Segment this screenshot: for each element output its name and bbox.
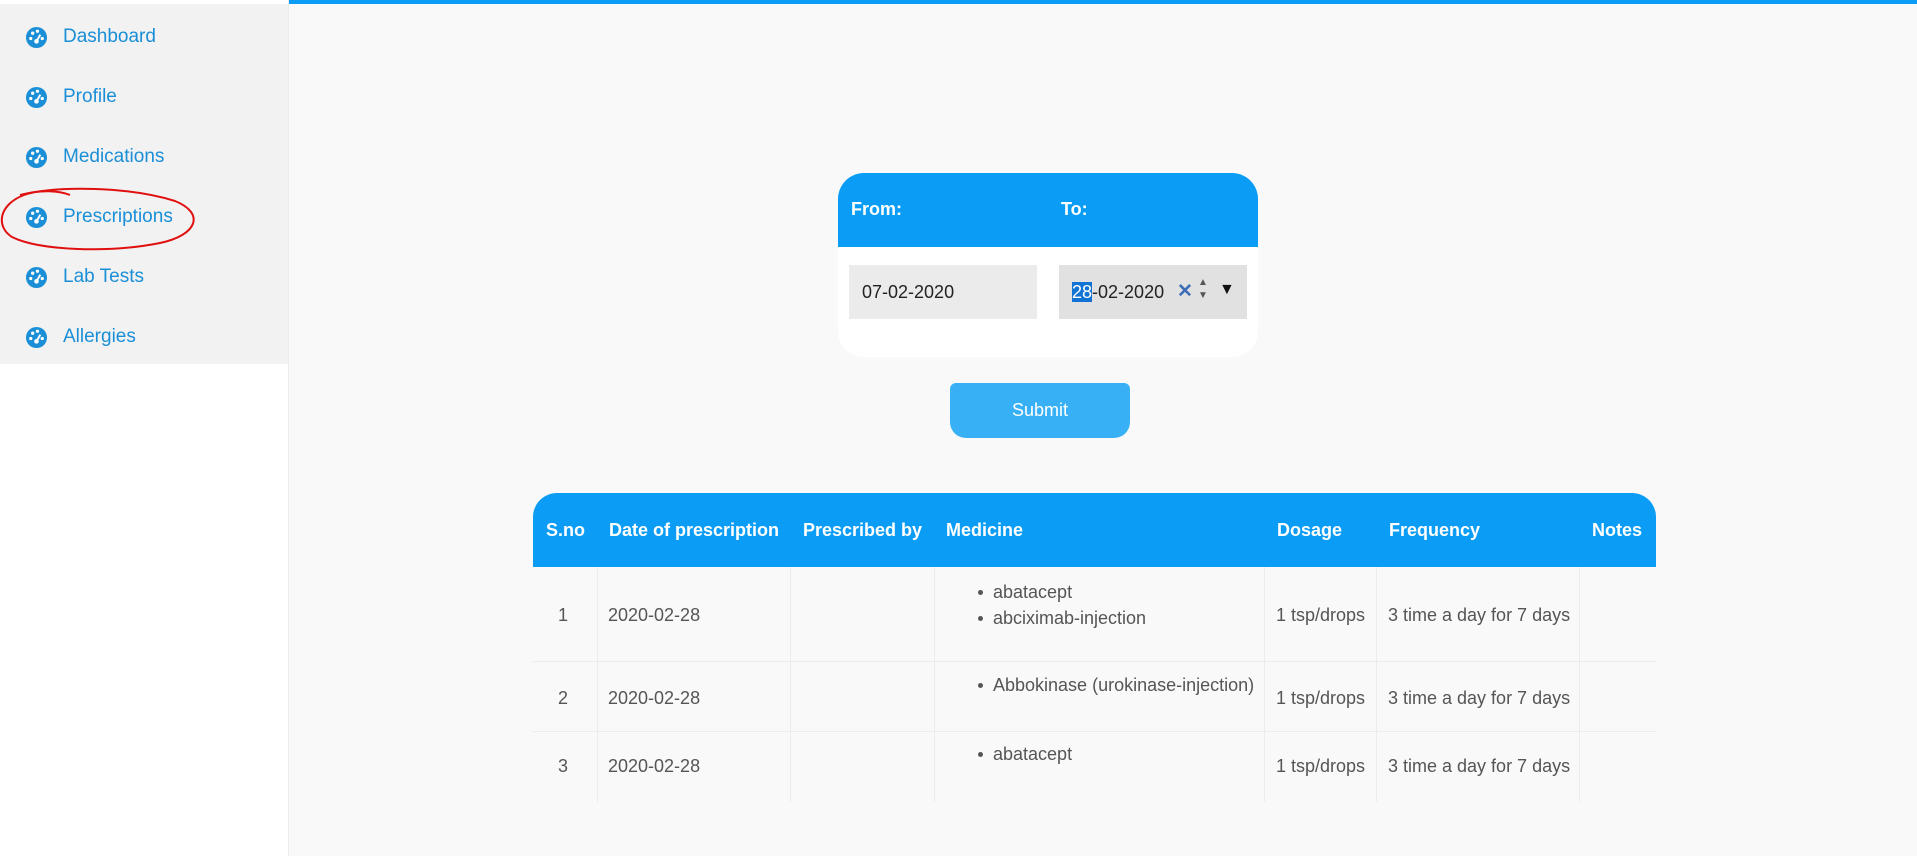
cell-date: 2020-02-28 [608,605,701,625]
to-label: To: [1061,199,1088,219]
to-date-input[interactable]: 28-02-2020 ✕ ▲ ▼ ▼ [1059,265,1247,319]
cell-sno: 1 [558,605,569,625]
sidebar-item-prescriptions[interactable]: Prescriptions [0,187,288,247]
sidebar-item-profile[interactable]: Profile [0,67,288,127]
clear-date-icon[interactable]: ✕ [1177,280,1193,303]
table-row: 2 2020-02-28 Abbokinase (urokinase-injec… [533,661,1656,732]
cell-medicine-list: abatacept abciximab-injection [973,579,1146,631]
cell-date: 2020-02-28 [608,756,701,776]
medicine-item: abciximab-injection [973,605,1146,631]
sidebar-item-label: Profile [63,86,117,107]
col-header-notes: Notes [1592,520,1643,540]
cell-frequency: 3 time a day for 7 days [1388,688,1571,708]
date-filter-panel: From: To: 07-02-2020 28-02-2020 ✕ ▲ ▼ ▼ [838,173,1258,357]
dashboard-gauge-icon [25,206,48,229]
col-header-sno: S.no [546,520,585,540]
submit-button[interactable]: Submit [950,383,1130,438]
medicine-item: abatacept [973,741,1072,767]
dashboard-gauge-icon [25,26,48,49]
sidebar-item-medications[interactable]: Medications [0,127,288,187]
table-row: 1 2020-02-28 abatacept abciximab-injecti… [533,567,1656,662]
from-label: From: [851,199,902,219]
cell-dosage: 1 tsp/drops [1276,756,1366,776]
cell-frequency: 3 time a day for 7 days [1388,605,1571,625]
dashboard-gauge-icon [25,326,48,349]
sidebar-item-label: Dashboard [63,26,156,47]
to-date-rest: -02-2020 [1092,282,1165,302]
sidebar: Dashboard Profile Medications Prescripti… [0,4,288,364]
cell-frequency: 3 time a day for 7 days [1388,756,1571,776]
prescriptions-table-header: S.no Date of prescription Prescribed by … [533,493,1656,567]
sidebar-item-label: Prescriptions [63,206,173,227]
sidebar-item-lab-tests[interactable]: Lab Tests [0,247,288,307]
spin-down-icon[interactable]: ▼ [1194,289,1212,302]
sidebar-item-allergies[interactable]: Allergies [0,307,288,367]
dashboard-gauge-icon [25,146,48,169]
sidebar-item-dashboard[interactable]: Dashboard [0,7,288,67]
col-header-prescribed-by: Prescribed by [803,520,923,540]
col-header-frequency: Frequency [1389,520,1481,540]
col-header-medicine: Medicine [946,520,1024,540]
date-spinner[interactable]: ▲ ▼ [1194,276,1212,306]
cell-medicine-list: Abbokinase (urokinase-injection) [973,672,1254,698]
medicine-item: Abbokinase (urokinase-injection) [973,672,1254,698]
to-date-value: 28-02-2020 [1072,282,1164,303]
cell-sno: 3 [558,756,569,776]
cell-sno: 2 [558,688,569,708]
sidebar-item-label: Allergies [63,326,136,347]
spin-up-icon[interactable]: ▲ [1194,276,1212,289]
from-date-value: 07-02-2020 [862,282,955,302]
cell-medicine-list: abatacept [973,741,1072,767]
cell-dosage: 1 tsp/drops [1276,688,1366,708]
sidebar-item-label: Lab Tests [63,266,144,287]
to-date-selected-day: 28 [1072,282,1093,302]
from-date-input[interactable]: 07-02-2020 [849,265,1037,319]
dashboard-gauge-icon [25,266,48,289]
col-header-date: Date of prescription [609,520,780,540]
cell-dosage: 1 tsp/drops [1276,605,1366,625]
medicine-item: abatacept [973,579,1146,605]
date-filter-header: From: To: [838,173,1258,247]
calendar-dropdown-icon[interactable]: ▼ [1219,281,1235,299]
dashboard-gauge-icon [25,86,48,109]
sidebar-item-label: Medications [63,146,165,167]
col-header-dosage: Dosage [1277,520,1343,540]
table-row: 3 2020-02-28 abatacept 1 tsp/drops 3 tim… [533,731,1656,801]
cell-date: 2020-02-28 [608,688,701,708]
